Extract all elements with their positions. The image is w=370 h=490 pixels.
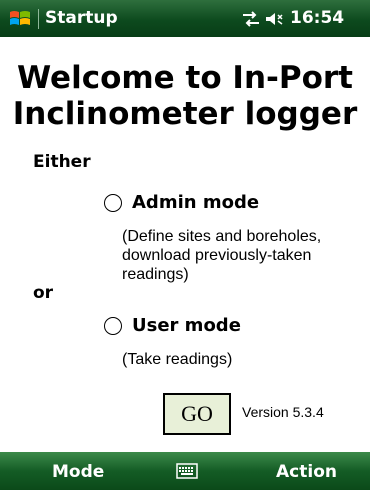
title-separator bbox=[38, 9, 39, 29]
admin-desc-line-3: readings) bbox=[122, 266, 189, 283]
or-label: or bbox=[33, 283, 54, 303]
app-title: Startup bbox=[45, 8, 118, 28]
keyboard-icon[interactable] bbox=[176, 463, 198, 479]
user-mode-description: (Take readings) bbox=[122, 351, 233, 368]
user-mode-label[interactable]: User mode bbox=[132, 315, 241, 336]
version-label: Version 5.3.4 bbox=[242, 404, 324, 420]
mode-softkey[interactable]: Mode bbox=[52, 462, 104, 482]
softkey-bar: Mode Action bbox=[0, 452, 370, 490]
welcome-heading: Welcome to In-Port Inclinometer logger bbox=[0, 60, 370, 132]
connectivity-icon[interactable] bbox=[240, 9, 262, 29]
user-mode-radio[interactable] bbox=[104, 317, 122, 335]
admin-desc-line-1: (Define sites and boreholes, bbox=[122, 228, 322, 245]
heading-line-1: Welcome to In-Port bbox=[16, 60, 354, 96]
either-label: Either bbox=[33, 152, 91, 172]
heading-line-2: Inclinometer logger bbox=[12, 96, 358, 132]
admin-mode-label[interactable]: Admin mode bbox=[132, 192, 259, 213]
windows-start-icon[interactable] bbox=[9, 9, 31, 29]
clock: 16:54 bbox=[290, 8, 345, 28]
action-softkey[interactable]: Action bbox=[276, 462, 337, 482]
admin-mode-description: (Define sites and boreholes, download pr… bbox=[122, 227, 321, 284]
volume-icon[interactable] bbox=[264, 10, 286, 28]
admin-desc-line-2: download previously-taken bbox=[122, 247, 312, 264]
admin-mode-radio[interactable] bbox=[104, 194, 122, 212]
go-button[interactable]: GO bbox=[163, 393, 231, 435]
title-bar: Startup 16:54 bbox=[0, 0, 370, 37]
